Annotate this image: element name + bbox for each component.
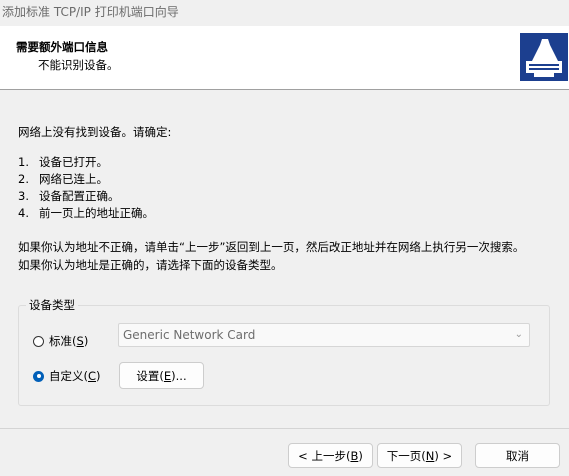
custom-radio[interactable]: 自定义(C) bbox=[33, 368, 101, 384]
standard-radio[interactable]: 标准(S) bbox=[33, 333, 88, 349]
note-correct-address: 如果你认为地址是正确的，请选择下面的设备类型。 bbox=[18, 258, 283, 272]
intro-text: 网络上没有找到设备。请确定: bbox=[18, 125, 172, 139]
checklist-item: 1. 设备已打开。 bbox=[18, 155, 108, 169]
wizard-header: 需要额外端口信息 不能识别设备。 bbox=[0, 26, 569, 89]
custom-radio-label: 自定义(C) bbox=[49, 369, 101, 383]
checklist-item: 2. 网络已连上。 bbox=[18, 172, 108, 186]
settings-button[interactable]: 设置(E)... bbox=[119, 362, 204, 389]
printer-network-icon bbox=[520, 33, 568, 81]
device-type-label: 设备类型 bbox=[26, 297, 78, 313]
note-incorrect-address: 如果你认为地址不正确，请单击“上一步”返回到上一页，然后改正地址并在网络上执行另… bbox=[18, 240, 525, 254]
back-button[interactable]: < 上一步(B) bbox=[288, 443, 373, 468]
standard-device-value: Generic Network Card bbox=[123, 328, 256, 342]
next-button[interactable]: 下一页(N) > bbox=[377, 443, 462, 468]
window-title: 添加标准 TCP/IP 打印机端口向导 bbox=[2, 5, 179, 19]
checklist-item: 3. 设备配置正确。 bbox=[18, 189, 120, 203]
header-title: 需要额外端口信息 bbox=[16, 40, 108, 54]
standard-radio-label: 标准(S) bbox=[49, 334, 89, 348]
radio-checked-icon bbox=[33, 370, 44, 382]
radio-unchecked-icon bbox=[33, 335, 44, 347]
footer-divider bbox=[0, 428, 569, 429]
standard-device-select[interactable]: Generic Network Card ⌄ bbox=[118, 323, 530, 347]
header-divider bbox=[0, 89, 569, 90]
checklist-item: 4. 前一页上的地址正确。 bbox=[18, 206, 154, 220]
cancel-button[interactable]: 取消 bbox=[475, 443, 560, 468]
device-type-group bbox=[18, 305, 550, 406]
header-subtitle: 不能识别设备。 bbox=[38, 58, 119, 72]
chevron-down-icon: ⌄ bbox=[514, 329, 523, 340]
